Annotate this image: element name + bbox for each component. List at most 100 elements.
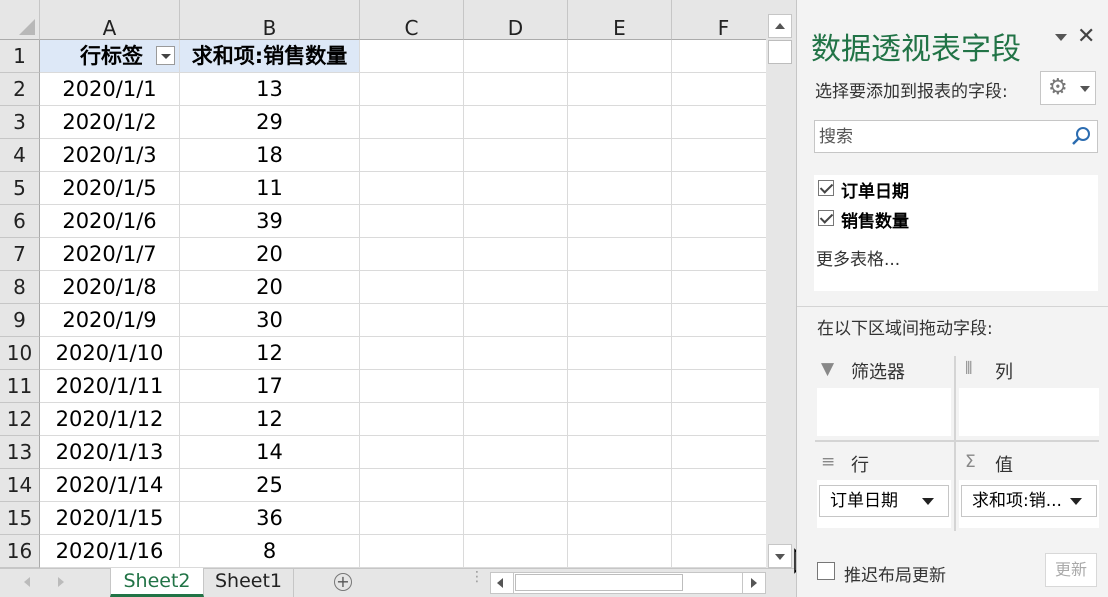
cell-e7[interactable] xyxy=(568,238,672,271)
pivot-value[interactable]: 13 xyxy=(180,73,360,106)
cell-e8[interactable] xyxy=(568,271,672,304)
select-all-corner[interactable] xyxy=(0,0,40,40)
pivot-row-label[interactable]: 2020/1/14 xyxy=(40,469,180,502)
cell-e5[interactable] xyxy=(568,172,672,205)
cell-d12[interactable] xyxy=(464,403,568,436)
row-header[interactable]: 12 xyxy=(0,403,40,436)
cell-d11[interactable] xyxy=(464,370,568,403)
pivot-value[interactable]: 14 xyxy=(180,436,360,469)
rows-field-pill[interactable]: 订单日期 xyxy=(819,485,949,517)
cell-d4[interactable] xyxy=(464,139,568,172)
pivot-values-header[interactable]: 求和项:销售数量 xyxy=(180,40,360,73)
pivot-row-label[interactable]: 2020/1/2 xyxy=(40,106,180,139)
cell-d16[interactable] xyxy=(464,535,568,568)
values-field-pill[interactable]: 求和项:销... xyxy=(961,485,1097,517)
cell-c13[interactable] xyxy=(360,436,464,469)
pivot-value[interactable]: 8 xyxy=(180,535,360,568)
pivot-row-label[interactable]: 2020/1/5 xyxy=(40,172,180,205)
cell-f6[interactable] xyxy=(672,205,766,238)
cell-f1[interactable] xyxy=(672,40,766,73)
cell-e4[interactable] xyxy=(568,139,672,172)
row-header[interactable]: 1 xyxy=(0,40,40,73)
cell-e10[interactable] xyxy=(568,337,672,370)
cell-c11[interactable] xyxy=(360,370,464,403)
cell-f3[interactable] xyxy=(672,106,766,139)
pivot-row-labels-header[interactable]: 行标签 xyxy=(40,40,180,73)
cell-d8[interactable] xyxy=(464,271,568,304)
row-header[interactable]: 5 xyxy=(0,172,40,205)
row-header[interactable]: 10 xyxy=(0,337,40,370)
cell-d15[interactable] xyxy=(464,502,568,535)
cell-f4[interactable] xyxy=(672,139,766,172)
cell-e15[interactable] xyxy=(568,502,672,535)
pivot-value[interactable]: 29 xyxy=(180,106,360,139)
row-header[interactable]: 13 xyxy=(0,436,40,469)
row-header[interactable]: 8 xyxy=(0,271,40,304)
pivot-value[interactable]: 36 xyxy=(180,502,360,535)
pivot-value[interactable]: 25 xyxy=(180,469,360,502)
cell-f8[interactable] xyxy=(672,271,766,304)
scroll-left-button[interactable] xyxy=(491,573,514,593)
column-header-e[interactable]: E xyxy=(568,0,672,40)
scroll-right-button[interactable] xyxy=(742,573,765,593)
pivot-row-label[interactable]: 2020/1/1 xyxy=(40,73,180,106)
pivot-value[interactable]: 11 xyxy=(180,172,360,205)
cell-d6[interactable] xyxy=(464,205,568,238)
row-header[interactable]: 11 xyxy=(0,370,40,403)
sheet-tab-sheet1[interactable]: Sheet1 xyxy=(204,568,294,597)
row-header[interactable]: 9 xyxy=(0,304,40,337)
update-button[interactable]: 更新 xyxy=(1045,553,1097,587)
row-header[interactable]: 2 xyxy=(0,73,40,106)
pivot-row-label[interactable]: 2020/1/7 xyxy=(40,238,180,271)
cell-c5[interactable] xyxy=(360,172,464,205)
search-icon[interactable] xyxy=(1071,126,1091,146)
pivot-value[interactable]: 18 xyxy=(180,139,360,172)
pivot-row-label[interactable]: 2020/1/3 xyxy=(40,139,180,172)
column-header-f[interactable]: F xyxy=(672,0,766,40)
pivot-row-label[interactable]: 2020/1/15 xyxy=(40,502,180,535)
column-header-a[interactable]: A xyxy=(40,0,180,40)
cell-f15[interactable] xyxy=(672,502,766,535)
field-checkbox-sales-qty[interactable] xyxy=(818,210,834,226)
cell-e6[interactable] xyxy=(568,205,672,238)
close-icon[interactable]: ✕ xyxy=(1077,24,1095,49)
row-header[interactable]: 6 xyxy=(0,205,40,238)
pivot-value[interactable]: 12 xyxy=(180,403,360,436)
cell-f12[interactable] xyxy=(672,403,766,436)
row-header[interactable]: 3 xyxy=(0,106,40,139)
cell-e13[interactable] xyxy=(568,436,672,469)
row-header[interactable]: 16 xyxy=(0,535,40,568)
cell-c10[interactable] xyxy=(360,337,464,370)
pivot-row-label[interactable]: 2020/1/8 xyxy=(40,271,180,304)
pivot-value[interactable]: 17 xyxy=(180,370,360,403)
pivot-row-label[interactable]: 2020/1/6 xyxy=(40,205,180,238)
row-header[interactable]: 15 xyxy=(0,502,40,535)
scroll-up-button[interactable] xyxy=(768,14,792,38)
cell-c7[interactable] xyxy=(360,238,464,271)
vertical-scroll-thumb[interactable] xyxy=(768,40,792,64)
pivot-value[interactable]: 20 xyxy=(180,271,360,304)
cell-c12[interactable] xyxy=(360,403,464,436)
add-sheet-icon[interactable]: + xyxy=(334,573,352,591)
sheet-tab-sheet2[interactable]: Sheet2 xyxy=(110,568,204,597)
pivot-value[interactable]: 39 xyxy=(180,205,360,238)
row-header[interactable]: 4 xyxy=(0,139,40,172)
chevron-down-icon[interactable] xyxy=(1070,498,1082,505)
cell-c4[interactable] xyxy=(360,139,464,172)
column-header-d[interactable]: D xyxy=(464,0,568,40)
cell-d9[interactable] xyxy=(464,304,568,337)
row-header[interactable]: 14 xyxy=(0,469,40,502)
cell-f16[interactable] xyxy=(672,535,766,568)
cell-d5[interactable] xyxy=(464,172,568,205)
columns-drop-area[interactable] xyxy=(959,388,1099,436)
cell-e12[interactable] xyxy=(568,403,672,436)
column-header-b[interactable]: B xyxy=(180,0,360,40)
cell-c16[interactable] xyxy=(360,535,464,568)
cell-d1[interactable] xyxy=(464,40,568,73)
cell-c2[interactable] xyxy=(360,73,464,106)
row-header[interactable]: 7 xyxy=(0,238,40,271)
field-checkbox-order-date[interactable] xyxy=(818,180,834,196)
cell-f10[interactable] xyxy=(672,337,766,370)
cell-e11[interactable] xyxy=(568,370,672,403)
next-sheet-arrow[interactable] xyxy=(58,577,64,587)
